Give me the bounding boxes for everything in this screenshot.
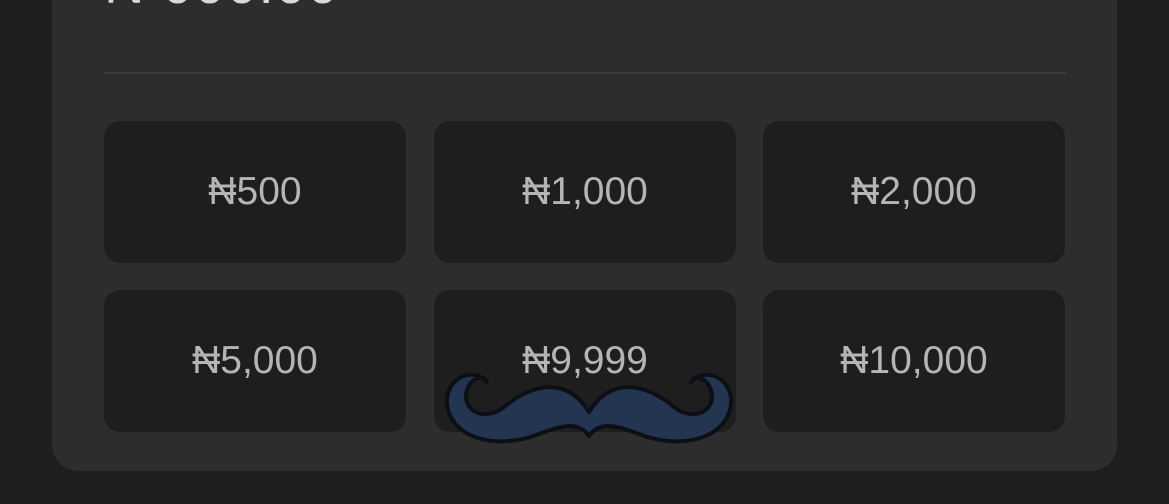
preset-amount-button[interactable]: ₦5,000 bbox=[104, 290, 406, 432]
preset-amount-button[interactable]: ₦2,000 bbox=[763, 121, 1065, 263]
divider bbox=[104, 72, 1066, 74]
preset-amount-button[interactable]: ₦500 bbox=[104, 121, 406, 263]
amount-display: ₦ 000.00 bbox=[104, 0, 339, 12]
preset-amount-button[interactable]: ₦1,000 bbox=[434, 121, 736, 263]
mustache-icon bbox=[444, 372, 734, 444]
preset-amount-button[interactable]: ₦10,000 bbox=[763, 290, 1065, 432]
